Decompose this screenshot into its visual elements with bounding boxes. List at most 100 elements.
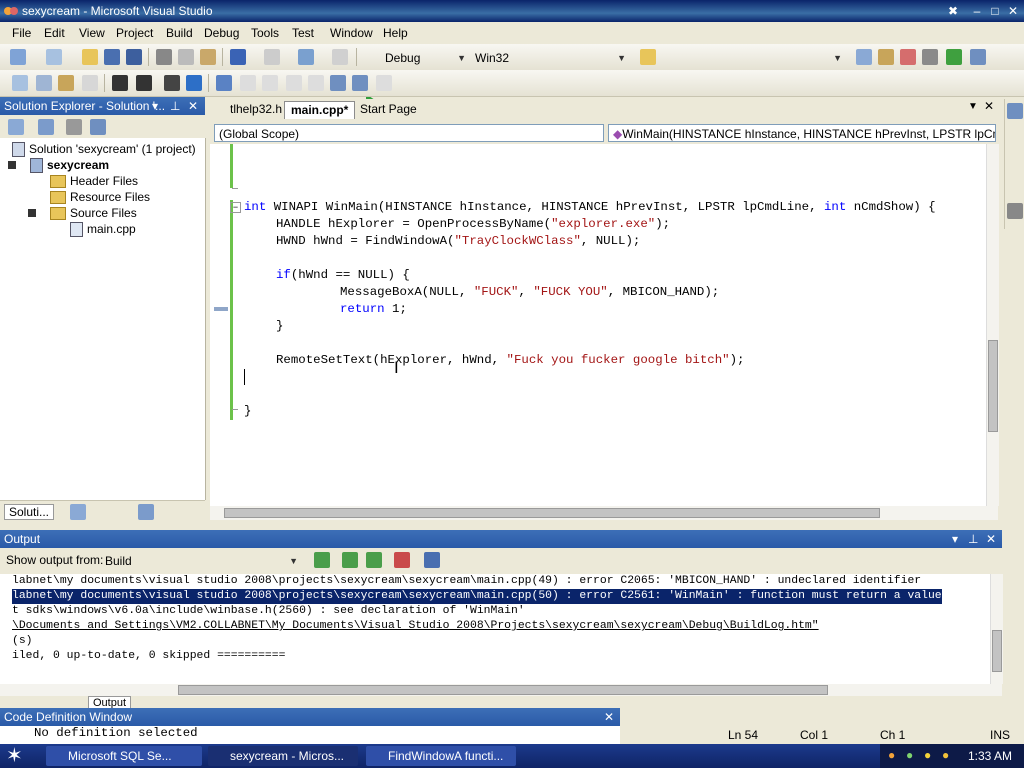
visual-studio-tray-icon[interactable]: ●	[888, 748, 895, 762]
next-bookmark-icon[interactable]	[262, 75, 278, 91]
output-line-selected[interactable]: labnet\my documents\visual studio 2008\p…	[12, 589, 942, 604]
complete-word-icon[interactable]	[82, 75, 98, 91]
properties-icon[interactable]	[878, 49, 894, 65]
toolbox-icon[interactable]	[922, 49, 938, 65]
clear-all-icon[interactable]	[394, 552, 410, 568]
next-message-icon[interactable]	[366, 552, 382, 568]
taskbar-item-sql[interactable]: Microsoft SQL Se...	[46, 746, 202, 766]
start-page-icon[interactable]	[946, 49, 962, 65]
menu-tools[interactable]: Tools	[251, 26, 279, 40]
uncomment-icon[interactable]	[186, 75, 202, 91]
scroll-thumb[interactable]	[224, 508, 880, 518]
collapse-region-icon[interactable]: −	[230, 202, 241, 213]
close-tab-icon[interactable]: ✕	[984, 99, 994, 113]
close-pane-icon[interactable]: ✕	[986, 530, 996, 548]
close-pane-icon[interactable]: ✕	[604, 708, 614, 726]
show-all-files-icon[interactable]	[38, 119, 54, 135]
menu-view[interactable]: View	[79, 26, 105, 40]
editor-horizontal-scrollbar[interactable]	[210, 506, 998, 520]
undo-icon[interactable]	[230, 49, 246, 65]
properties-icon[interactable]	[8, 119, 24, 135]
class-view-icon[interactable]	[70, 504, 86, 520]
start-star-icon[interactable]: ✶	[6, 744, 23, 768]
menu-help[interactable]: Help	[383, 26, 408, 40]
tab-output[interactable]: Output	[88, 696, 132, 708]
tab-start-page[interactable]: Start Page	[354, 101, 423, 118]
save-icon[interactable]	[104, 49, 120, 65]
output-horizontal-scrollbar[interactable]	[0, 684, 1002, 696]
paste-icon[interactable]	[200, 49, 216, 65]
network-icon[interactable]: ●	[906, 748, 913, 762]
file-main-cpp[interactable]: main.cpp	[70, 221, 136, 238]
taskbar-item-visual-studio[interactable]: sexycream - Micros...	[208, 746, 358, 766]
output-text[interactable]: labnet\my documents\visual studio 2008\p…	[0, 574, 990, 684]
clear-bookmarks-icon[interactable]	[376, 75, 392, 91]
find-combo[interactable]: ▼	[662, 48, 846, 66]
menu-edit[interactable]: Edit	[44, 26, 65, 40]
platform-select[interactable]: Win32 ▼	[470, 48, 630, 66]
folder-header-files[interactable]: Header Files	[50, 173, 138, 189]
search-icon[interactable]: ●	[942, 748, 949, 762]
scroll-thumb[interactable]	[988, 340, 998, 432]
prev-bookmark-icon[interactable]	[240, 75, 256, 91]
window-icon[interactable]	[970, 49, 986, 65]
menu-debug[interactable]: Debug	[204, 26, 239, 40]
menu-project[interactable]: Project	[116, 26, 153, 40]
prev-bookmark-doc-icon[interactable]	[330, 75, 346, 91]
folder-source-files[interactable]: Source Files	[50, 205, 137, 221]
quick-info-icon[interactable]	[58, 75, 74, 91]
scope-select[interactable]: (Global Scope)	[214, 124, 604, 142]
taskbar-item-browser[interactable]: FindWindowA functi...	[366, 746, 516, 766]
class-diagram-icon[interactable]	[90, 119, 106, 135]
tab-solution-explorer[interactable]: Soluti...	[4, 504, 55, 520]
navigate-forward-icon[interactable]	[332, 49, 348, 65]
scroll-thumb[interactable]	[178, 685, 828, 695]
parameter-info-icon[interactable]	[36, 75, 52, 91]
minimize-button[interactable]: –	[968, 3, 986, 19]
redo-icon[interactable]	[264, 49, 280, 65]
comment-icon[interactable]	[164, 75, 180, 91]
menu-window[interactable]: Window	[330, 26, 373, 40]
next-bookmark-doc-icon[interactable]	[352, 75, 368, 91]
collapse-icon[interactable]	[8, 161, 16, 169]
output-vertical-scrollbar[interactable]	[990, 574, 1003, 684]
cut-icon[interactable]	[156, 49, 172, 65]
indent-icon[interactable]	[136, 75, 152, 91]
outdent-icon[interactable]	[112, 75, 128, 91]
chevron-down-icon[interactable]: ▾	[152, 97, 158, 115]
server-explorer-icon[interactable]	[1007, 103, 1023, 119]
close-pane-icon[interactable]: ✕	[188, 97, 198, 115]
add-item-icon[interactable]	[46, 49, 62, 65]
project-node[interactable]: sexycream	[30, 157, 109, 174]
folder-resource-files[interactable]: Resource Files	[50, 189, 150, 205]
prev-bookmark-folder-icon[interactable]	[286, 75, 302, 91]
property-manager-icon[interactable]	[138, 504, 154, 520]
copy-icon[interactable]	[178, 49, 194, 65]
bookmark-icon[interactable]	[216, 75, 232, 91]
menu-file[interactable]: File	[12, 26, 31, 40]
scroll-thumb[interactable]	[992, 630, 1002, 672]
output-source-select[interactable]: Build ▼	[100, 551, 302, 569]
editor-vertical-scrollbar[interactable]	[986, 144, 999, 506]
function-select[interactable]: ◆WinMain(HINSTANCE hInstance, HINSTANCE …	[608, 124, 996, 142]
solution-node[interactable]: Solution 'sexycream' (1 project)	[12, 141, 196, 158]
word-wrap-icon[interactable]	[424, 552, 440, 568]
collapse-icon[interactable]	[28, 209, 36, 217]
toolbox-icon[interactable]	[1007, 203, 1023, 219]
clock[interactable]: 1:33 AM	[968, 749, 1012, 763]
open-file-icon[interactable]	[82, 49, 98, 65]
save-all-icon[interactable]	[126, 49, 142, 65]
menu-build[interactable]: Build	[166, 26, 193, 40]
chevron-down-icon[interactable]: ▼	[968, 101, 978, 112]
next-bookmark-folder-icon[interactable]	[308, 75, 324, 91]
code-editor[interactable]: − int WINAPI WinMain(HINSTANCE hInstance…	[210, 144, 986, 506]
maximize-button[interactable]: □	[986, 3, 1004, 19]
menu-test[interactable]: Test	[292, 26, 314, 40]
chevron-down-icon[interactable]: ▾	[952, 530, 958, 548]
display-object-list-icon[interactable]	[12, 75, 28, 91]
find-in-files-icon[interactable]	[640, 49, 656, 65]
solution-config-select[interactable]: Debug ▼	[380, 48, 470, 66]
navigate-icon[interactable]	[298, 49, 314, 65]
pin-icon[interactable]: ⊥	[968, 530, 978, 548]
shield-icon[interactable]: ●	[924, 748, 931, 762]
